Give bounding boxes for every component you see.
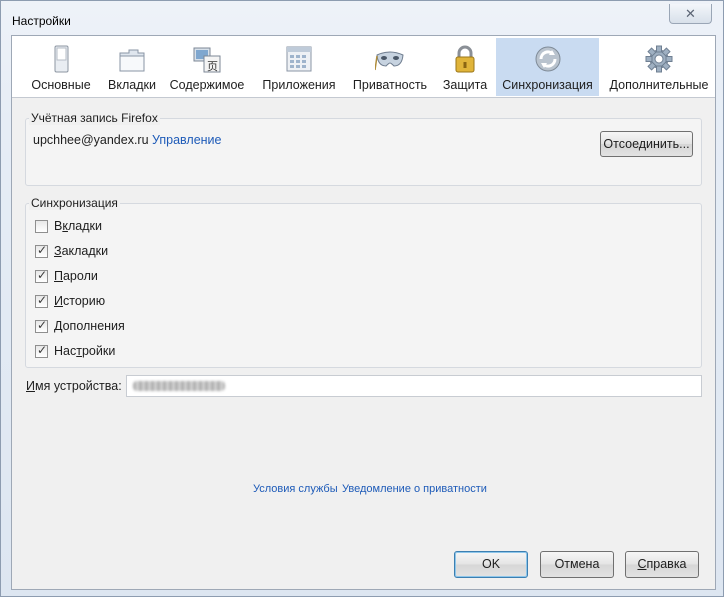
checkbox[interactable]: ✓	[35, 243, 48, 258]
checkbox[interactable]: ✓	[35, 343, 48, 358]
tab-advanced[interactable]: Дополнительные	[604, 38, 714, 96]
gear-icon	[645, 45, 673, 73]
checkmark-icon: ✓	[37, 243, 48, 257]
title-bar: Настройки ✕	[1, 1, 723, 35]
checkbox-label: Закладки	[54, 244, 109, 258]
tab-tabs[interactable]: Вкладки	[102, 38, 162, 96]
blurred-device-name	[133, 381, 225, 391]
checkbox-label: Настройки	[54, 344, 116, 358]
checkmark-icon: ✓	[37, 268, 48, 282]
sync-group-title: Синхронизация	[29, 196, 120, 210]
checkbox[interactable]: ✓	[35, 293, 48, 308]
applications-icon	[286, 46, 312, 72]
checkbox-label: Дополнения	[54, 319, 125, 333]
checkmark-icon: ✓	[37, 343, 48, 357]
terms-of-service-link[interactable]: Условия службы	[253, 483, 338, 495]
checkbox-label: Вкладки	[54, 219, 102, 233]
device-name-label: Имя устройства:	[26, 379, 122, 393]
disconnect-button[interactable]: Отсоединить...	[600, 131, 693, 157]
cancel-button[interactable]: Отмена	[540, 551, 614, 578]
content-icon: 页	[193, 47, 221, 73]
tab-general[interactable]: Основные	[22, 38, 100, 96]
tab-label: Основные	[31, 78, 91, 92]
category-toolbar: Основные Вкладки 页 Содержимое Приложения…	[12, 36, 715, 98]
privacy-notice-link[interactable]: Уведомление о приватности	[342, 483, 487, 495]
tab-label: Защита	[442, 78, 488, 92]
checkbox-label: Пароли	[54, 269, 98, 283]
checkbox[interactable]: ✓	[35, 318, 48, 333]
sync-icon	[535, 46, 560, 72]
checkbox[interactable]: ✓	[35, 268, 48, 283]
tab-label: Вкладки	[108, 78, 156, 92]
tab-content[interactable]: 页 Содержимое	[164, 38, 250, 96]
svg-text:页: 页	[207, 60, 218, 73]
sync-group	[25, 203, 702, 368]
checkmark-icon: ✓	[37, 318, 48, 332]
preferences-window: Настройки ✕ Основные Вкладки 页 Содержимо…	[0, 0, 724, 597]
account-email: upchhee@yandex.ru	[33, 133, 149, 147]
checkmark-icon: ✓	[37, 293, 48, 307]
account-group-title: Учётная запись Firefox	[29, 111, 160, 125]
close-button[interactable]: ✕	[669, 4, 712, 24]
tab-security[interactable]: Защита	[436, 38, 494, 96]
tab-label: Синхронизация	[502, 78, 593, 92]
switch-icon	[54, 45, 69, 73]
dialog-content: Основные Вкладки 页 Содержимое Приложения…	[11, 35, 716, 590]
tab-privacy[interactable]: Приватность	[348, 38, 432, 96]
tab-applications[interactable]: Приложения	[258, 38, 340, 96]
close-icon: ✕	[685, 6, 696, 21]
ok-button[interactable]: OK	[454, 551, 528, 578]
mask-icon	[375, 51, 404, 71]
padlock-icon	[455, 45, 475, 73]
manage-account-link[interactable]: Управление	[152, 133, 222, 147]
tab-label: Содержимое	[169, 78, 245, 92]
tab-label: Дополнительные	[609, 78, 709, 92]
tabs-icon	[119, 49, 145, 72]
window-title: Настройки	[12, 14, 71, 28]
help-button[interactable]: Справка	[625, 551, 699, 578]
checkbox-label: Историю	[54, 294, 106, 308]
tab-label: Приложения	[262, 78, 336, 92]
checkbox[interactable]	[35, 220, 48, 233]
tab-sync[interactable]: Синхронизация	[496, 38, 599, 96]
tab-label: Приватность	[352, 78, 428, 92]
device-name-input[interactable]	[126, 375, 702, 397]
